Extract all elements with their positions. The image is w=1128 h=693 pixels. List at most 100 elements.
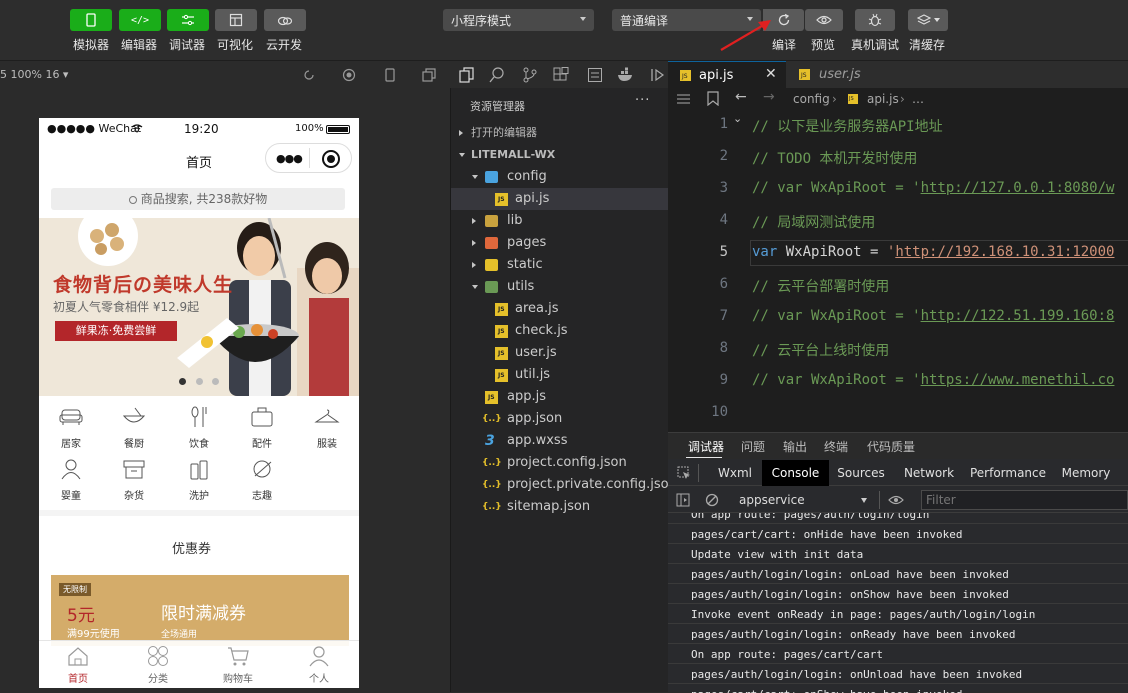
category-item[interactable]: 饮食 (174, 406, 224, 450)
code-editor[interactable]: ⌄ 1 // 以下是业务服务器API地址 2 // TODO 本机开发时使用 3 // v… (668, 110, 1128, 432)
category-item[interactable]: 志趣 (237, 458, 287, 502)
tab-home[interactable]: 首页 (48, 645, 108, 685)
debug-view-icon[interactable] (650, 67, 666, 83)
more-icon[interactable]: ●●● (276, 152, 303, 165)
coupon-card[interactable]: 无限制 5元 满99元使用 限时满减券 全场通用 (51, 575, 349, 646)
panel-tab-code-quality[interactable]: 代码质量 (867, 438, 915, 455)
panel-tab-output[interactable]: 输出 (783, 438, 807, 455)
file-tree-item[interactable]: JS api.js (451, 188, 668, 210)
preview-button[interactable] (805, 9, 843, 31)
code-line[interactable]: // TODO 本机开发时使用 (752, 148, 917, 168)
panel-tab-debugger[interactable]: 调试器 (688, 438, 724, 455)
source-control-icon[interactable] (522, 67, 538, 83)
console-filter-input[interactable] (921, 490, 1128, 510)
search-icon[interactable] (489, 67, 505, 83)
remote-debug-button[interactable] (855, 9, 895, 31)
file-tree-item[interactable]: {..} project.config.json (451, 452, 668, 474)
file-tree-item[interactable]: JS app.js (451, 386, 668, 408)
phone-icon[interactable] (383, 68, 397, 82)
devtools-tab-console[interactable]: Console (762, 460, 829, 486)
file-tree-item[interactable]: {..} app.json (451, 408, 668, 430)
file-tree-item[interactable]: 3 app.wxss (451, 430, 668, 452)
record-icon[interactable] (342, 68, 356, 82)
zoom-select[interactable]: 5 100% 16 ▾ (0, 68, 68, 81)
close-miniprogram-icon[interactable] (322, 150, 340, 168)
visual-toggle-button[interactable] (215, 9, 257, 31)
detach-window-icon[interactable] (422, 68, 436, 82)
breadcrumb-folder[interactable]: config (793, 92, 830, 106)
file-tree-item[interactable]: static (451, 254, 668, 276)
debugger-toggle-button[interactable] (167, 9, 209, 31)
banner-carousel[interactable]: 食物背后の美味人生 初夏人气零食相伴 ¥12.9起 鲜果冻·免费尝鲜 (39, 218, 359, 396)
carousel-dot[interactable] (196, 378, 203, 385)
tab-user-js[interactable]: JS user.js (787, 61, 905, 89)
inspect-icon[interactable] (677, 466, 691, 480)
forward-arrow-icon[interactable]: → (763, 89, 775, 105)
devtools-tab-memory[interactable]: Memory (1056, 460, 1116, 486)
category-item[interactable]: 配件 (237, 406, 287, 450)
carousel-dot[interactable] (212, 378, 219, 385)
bookmark-icon[interactable] (707, 91, 719, 106)
tab-api-js[interactable]: JS api.js ✕ (668, 61, 786, 89)
editor-toggle-button[interactable]: </> (119, 9, 161, 31)
file-tree-item[interactable]: {..} sitemap.json (451, 496, 668, 518)
file-tree-item[interactable]: JS area.js (451, 298, 668, 320)
panel-tab-terminal[interactable]: 终端 (824, 438, 848, 455)
file-tree-item[interactable]: config (451, 166, 668, 188)
category-item[interactable]: 洗护 (174, 458, 224, 502)
category-item[interactable]: 杂货 (109, 458, 159, 502)
tab-profile[interactable]: 个人 (289, 645, 349, 685)
file-tree-item[interactable]: JS user.js (451, 342, 668, 364)
files-icon[interactable] (459, 67, 475, 83)
mode-select[interactable]: 小程序模式 (443, 9, 594, 31)
back-arrow-icon[interactable]: ← (735, 89, 747, 105)
file-tree-item[interactable]: JS util.js (451, 364, 668, 386)
category-item[interactable]: 婴童 (46, 458, 96, 502)
capsule-menu[interactable]: ●●● (265, 143, 352, 173)
close-icon[interactable]: ✕ (765, 61, 777, 88)
breadcrumb-symbol[interactable]: … (912, 92, 924, 106)
code-line[interactable]: // 局域网测试使用 (752, 212, 875, 232)
tab-cart[interactable]: 购物车 (208, 645, 268, 685)
category-item[interactable]: 服装 (302, 406, 352, 450)
breadcrumb-file[interactable]: api.js (867, 92, 899, 106)
rotate-icon[interactable] (302, 68, 316, 82)
panel-tab-problems[interactable]: 问题 (741, 438, 765, 455)
list-icon[interactable] (677, 93, 690, 105)
clear-console-icon[interactable] (705, 493, 719, 507)
category-item[interactable]: 餐厨 (109, 406, 159, 450)
file-tree-item[interactable]: JS check.js (451, 320, 668, 342)
code-line[interactable]: var WxApiRoot = 'http://192.168.10.31:12… (752, 244, 1114, 260)
file-tree-item[interactable]: utils (451, 276, 668, 298)
search-input[interactable]: 商品搜索, 共238款好物 (51, 188, 345, 210)
eye-icon[interactable] (888, 494, 904, 506)
simulator-toggle-button[interactable] (70, 9, 112, 31)
code-line[interactable]: // var WxApiRoot = 'http://127.0.0.1:808… (752, 180, 1114, 196)
code-line[interactable]: // var WxApiRoot = 'https://www.menethil… (752, 372, 1114, 388)
file-tree-item[interactable]: pages (451, 232, 668, 254)
code-line[interactable]: // 以下是业务服务器API地址 (752, 116, 943, 136)
file-tree-item[interactable]: lib (451, 210, 668, 232)
tab-category[interactable]: 分类 (128, 645, 188, 685)
code-line[interactable]: // 云平台部署时使用 (752, 276, 889, 296)
devtools-tab-sources[interactable]: Sources (831, 460, 891, 486)
outline-icon[interactable] (587, 67, 603, 83)
more-actions-icon[interactable]: ··· (635, 93, 650, 108)
code-line[interactable]: // 云平台上线时使用 (752, 340, 889, 360)
project-section[interactable]: LITEMALL-WX (451, 144, 668, 166)
open-editors-section[interactable]: 打开的编辑器 (451, 122, 668, 144)
extensions-icon[interactable] (553, 67, 569, 83)
fold-chevron-icon[interactable]: ⌄ (733, 112, 742, 125)
banner-cta-button[interactable]: 鲜果冻·免费尝鲜 (55, 321, 177, 341)
devtools-tab-network[interactable]: Network (898, 460, 960, 486)
category-item[interactable]: 居家 (46, 406, 96, 450)
cloud-dev-button[interactable] (264, 9, 306, 31)
devtools-tab-wxml[interactable]: Wxml (710, 460, 760, 486)
docker-icon[interactable] (617, 67, 635, 83)
sidebar-toggle-icon[interactable] (676, 493, 690, 507)
devtools-tab-performance[interactable]: Performance (968, 460, 1048, 486)
clear-cache-button[interactable] (908, 9, 948, 31)
code-line[interactable]: // var WxApiRoot = 'http://122.51.199.16… (752, 308, 1114, 324)
context-select[interactable]: appservice (739, 493, 805, 507)
carousel-dot-active[interactable] (179, 378, 186, 385)
